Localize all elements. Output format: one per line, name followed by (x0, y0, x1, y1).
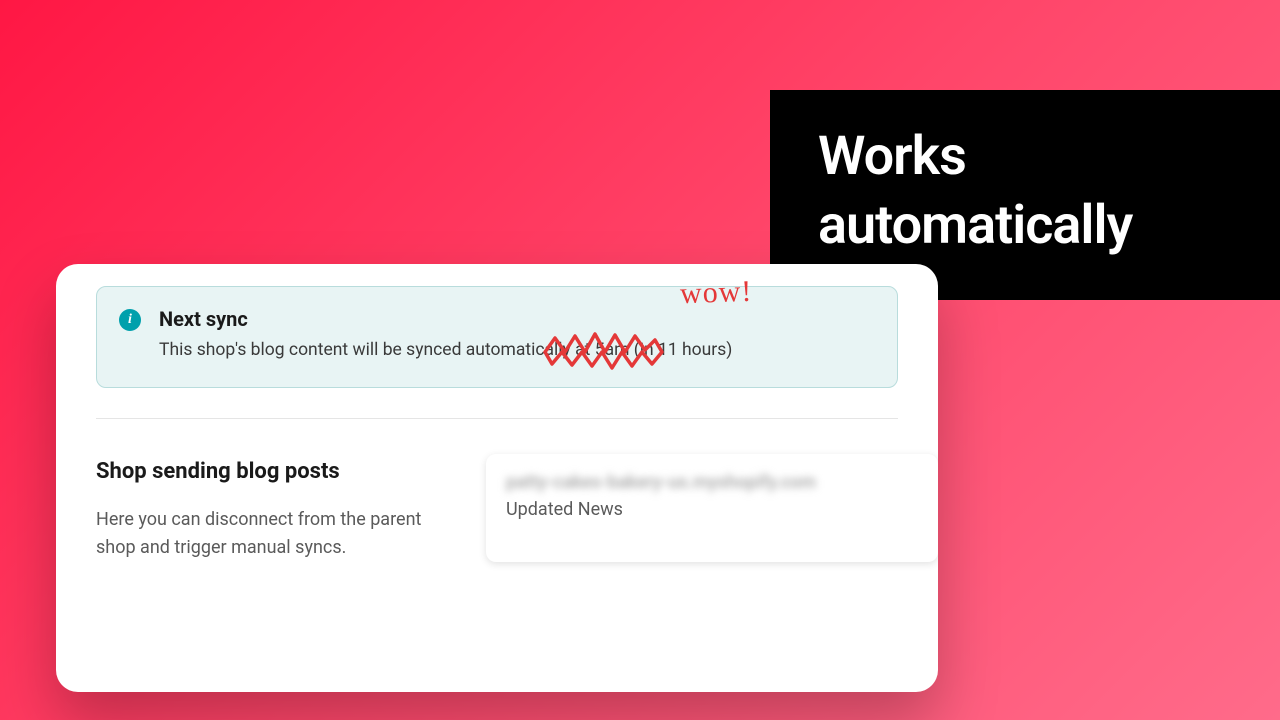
banner-body: Next sync This shop's blog content will … (159, 307, 875, 363)
shop-section: Shop sending blog posts Here you can dis… (56, 419, 938, 562)
section-title: Shop sending blog posts (96, 459, 456, 484)
banner-description: This shop's blog content will be synced … (159, 337, 875, 363)
next-sync-banner: i Next sync This shop's blog content wil… (96, 286, 898, 388)
annotation-wow: wow! (679, 275, 752, 312)
shop-url-blurred: patty-cakes-bakery-us.myshopify.com (506, 472, 918, 493)
section-description: Here you can disconnect from the parent … (96, 506, 426, 562)
shop-subtitle: Updated News (506, 499, 918, 520)
settings-card: i Next sync This shop's blog content wil… (56, 264, 938, 692)
banner-title: Next sync (159, 307, 875, 331)
info-icon: i (119, 309, 141, 331)
headline-text: Works automatically (818, 122, 1230, 260)
parent-shop-card[interactable]: patty-cakes-bakery-us.myshopify.com Upda… (486, 454, 938, 562)
section-info: Shop sending blog posts Here you can dis… (96, 459, 456, 562)
